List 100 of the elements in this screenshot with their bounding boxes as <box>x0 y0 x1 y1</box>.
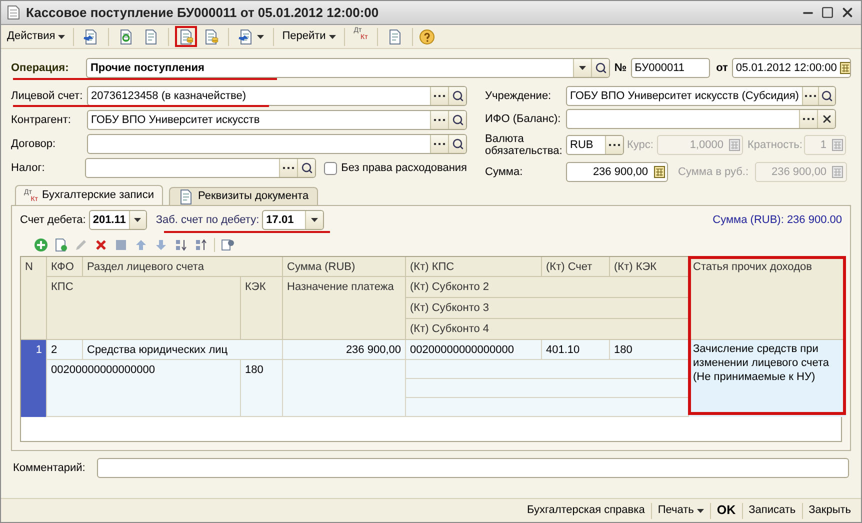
total-amount: Сумма (RUB): 236 900.00 <box>712 212 842 228</box>
list-document-icon[interactable] <box>386 28 403 44</box>
column-header: КФО <box>47 257 83 277</box>
window-title: Кассовое поступление БУ000011 от 05.01.2012 12:00:00 <box>26 4 380 22</box>
ellipsis-icon[interactable] <box>283 166 294 170</box>
column-header: N <box>21 257 47 340</box>
add-icon[interactable] <box>34 238 48 252</box>
input-field[interactable]: 05.01.2012 12:00:00 <box>732 58 852 78</box>
input-field[interactable]: 17.01 <box>262 210 324 230</box>
delete-icon[interactable] <box>94 238 108 252</box>
actions-menu[interactable]: Действия <box>5 28 68 45</box>
column-header: (Кт) Субконто 2 <box>406 277 689 298</box>
table-cell: 401.10 <box>542 340 610 360</box>
field-label: Счет дебета: <box>20 212 86 228</box>
copy-row-icon[interactable] <box>54 238 68 252</box>
document-icon[interactable] <box>178 188 194 204</box>
search-icon[interactable] <box>452 90 464 102</box>
input-field[interactable]: БУ000011 <box>630 58 710 78</box>
caret-icon[interactable] <box>311 218 318 222</box>
table-cell: Зачисление средств при изменении лицевого счета (Не принимаемые к НУ) <box>689 340 846 417</box>
ellipsis-icon[interactable] <box>434 94 445 98</box>
column-header: Сумма (RUB) <box>283 257 406 277</box>
column-header: (Кт) КПС <box>406 257 542 277</box>
column-header: Раздел лицевого счета <box>83 257 283 277</box>
input-field[interactable]: Прочие поступления <box>86 58 610 78</box>
ellipsis-icon[interactable] <box>434 118 445 122</box>
field-label: Учреждение: <box>485 88 552 104</box>
close-icon[interactable] <box>840 5 855 20</box>
field-label: Налог: <box>11 160 46 176</box>
column-header: КЭК <box>241 277 283 340</box>
field-label: от <box>716 60 728 76</box>
goto-menu[interactable]: Перейти <box>280 28 338 45</box>
caret-icon[interactable] <box>58 34 66 38</box>
caret-icon[interactable] <box>579 66 586 70</box>
field-label: Договор: <box>11 136 57 152</box>
input-field[interactable]: 20736123458 (в казначействе) <box>87 86 467 106</box>
column-header: Статья прочих доходов <box>689 257 846 340</box>
column-header: (Кт) Счет <box>542 257 610 277</box>
footer-button[interactable]: Закрыть <box>802 502 857 519</box>
ellipsis-icon[interactable] <box>609 144 620 146</box>
table-cell: 180 <box>241 360 283 417</box>
unpost-document-icon[interactable] <box>203 28 220 44</box>
column-header: (Кт) КЭК <box>610 257 689 277</box>
back-document-icon[interactable] <box>83 28 100 44</box>
forward-document-icon[interactable] <box>238 28 254 44</box>
input-field[interactable] <box>96 458 849 478</box>
tab[interactable]: Реквизиты документа <box>168 187 318 205</box>
ellipsis-icon[interactable] <box>803 118 814 120</box>
input-field[interactable]: 201.11 <box>88 210 147 230</box>
input-field[interactable] <box>85 158 316 178</box>
input-field[interactable]: ГОБУ ВПО Университет искусств <box>87 110 467 130</box>
footer-button[interactable]: Печать <box>652 502 710 519</box>
field-label: Контрагент: <box>11 112 72 128</box>
field-label: Заб. счет по дебету: <box>156 212 260 228</box>
calculator-icon[interactable] <box>654 166 664 178</box>
field-label: Кратность: <box>747 138 802 153</box>
search-icon[interactable] <box>594 62 607 74</box>
caret-icon[interactable] <box>328 34 336 38</box>
help-icon[interactable] <box>418 28 435 44</box>
footer-button[interactable]: Бухгалтерская справка <box>520 502 651 519</box>
table-cell: 2 <box>47 340 83 360</box>
table-cell: 180 <box>610 340 689 360</box>
input-field[interactable]: RUB <box>566 135 624 155</box>
field-label: Сумма: <box>485 164 524 180</box>
input-field[interactable]: ГОБУ ВПО Университет искусств (Субсидия) <box>566 86 836 106</box>
field-label: Комментарий: <box>13 460 86 476</box>
document-icon <box>7 5 20 20</box>
ellipsis-icon[interactable] <box>805 94 816 98</box>
table-settings-icon[interactable] <box>221 238 235 252</box>
maximize-icon[interactable] <box>821 6 834 19</box>
sort-ascending-icon[interactable] <box>174 238 188 252</box>
row-number-cell[interactable]: 1 <box>21 340 47 417</box>
search-icon[interactable] <box>452 114 464 126</box>
ellipsis-icon[interactable] <box>434 142 445 146</box>
caret-icon[interactable] <box>134 218 142 222</box>
field-label: Операция: <box>11 60 70 76</box>
input-field[interactable]: 236 900,00 <box>566 162 668 182</box>
caret-icon[interactable] <box>257 34 264 38</box>
copy-document-icon[interactable] <box>143 28 160 44</box>
field-label: № <box>614 60 627 76</box>
calculator-icon[interactable] <box>840 62 850 74</box>
footer-button[interactable]: Записать <box>742 502 802 519</box>
input-field[interactable] <box>87 134 467 154</box>
footer-button[interactable]: OK <box>710 501 742 520</box>
refresh-document-icon[interactable] <box>118 28 134 44</box>
search-icon[interactable] <box>300 162 313 174</box>
input-field[interactable] <box>566 109 836 129</box>
field-label: Курс: <box>627 138 654 153</box>
field-label: Валюта обязательства: <box>485 133 564 157</box>
column-header: Назначение платежа <box>283 277 406 340</box>
column-header: КПС <box>47 277 241 340</box>
clear-icon[interactable] <box>820 113 832 125</box>
search-icon[interactable] <box>821 90 834 102</box>
sort-descending-icon[interactable] <box>194 238 208 252</box>
caret-icon[interactable] <box>696 508 704 512</box>
checkbox[interactable]: Без права расходования <box>324 160 467 176</box>
table-cell: Средства юридических лиц <box>83 340 283 360</box>
table-cell: 236 900,00 <box>283 340 406 360</box>
search-icon[interactable] <box>452 138 464 150</box>
column-header: (Кт) Субконто 3 <box>406 298 689 319</box>
